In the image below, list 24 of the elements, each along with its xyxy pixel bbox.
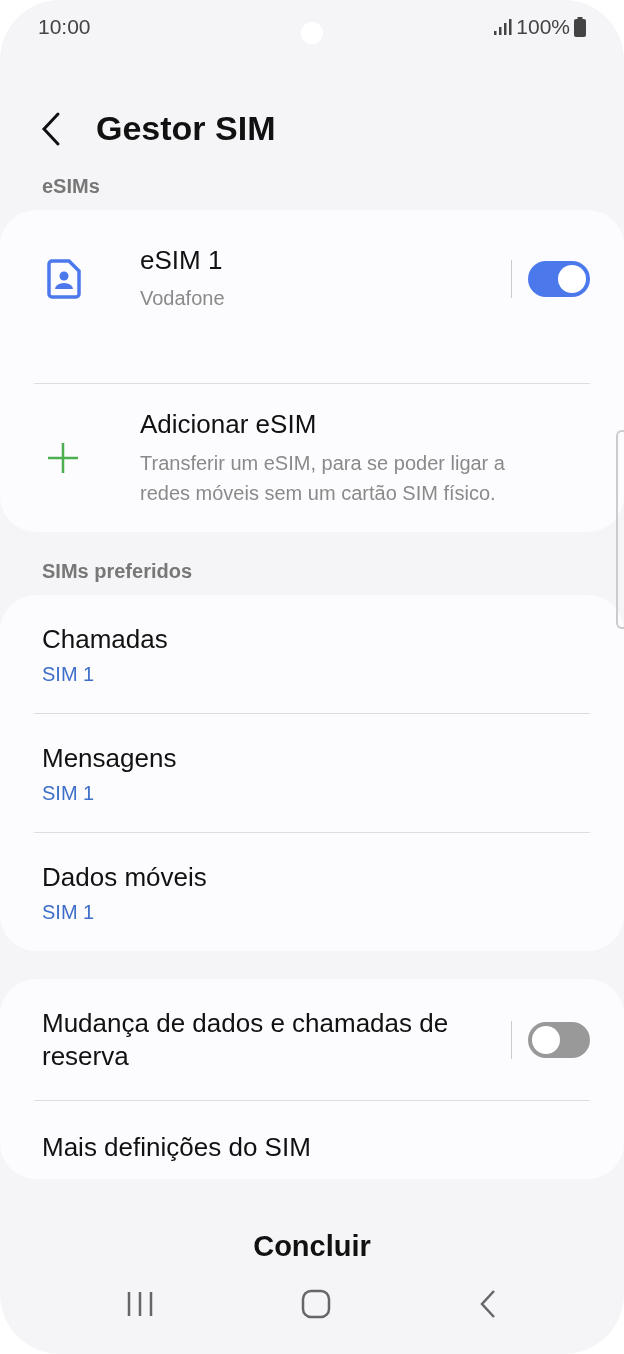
setting-value: SIM 1: [42, 662, 96, 687]
setting-value: SIM 1: [42, 780, 96, 806]
section-label: eSIMs: [41, 174, 101, 198]
signal-icon: [494, 19, 513, 36]
battery-percent: 100%: [516, 15, 570, 40]
add-esim-link[interactable]: Adicionar eSIM: [140, 408, 590, 443]
description-text: Transferir um eSIM, para se poder ligar a redes móveis sem um cartão SIM físico.: [140, 451, 506, 507]
toggle-switch[interactable]: [528, 1022, 590, 1059]
section-label: SIMs preferidos: [41, 560, 194, 584]
setting-title[interactable]: Mensagens: [42, 742, 590, 776]
setting-value: SIM 1: [42, 899, 96, 925]
done-button[interactable]: Concluir: [247, 1229, 377, 1264]
page-title: Gestor SIM: [96, 109, 276, 149]
plus-icon: [46, 441, 80, 476]
carrier-name: Vodafone: [140, 286, 226, 312]
status-time: 10:00: [38, 15, 91, 40]
setting-title[interactable]: Chamadas: [42, 623, 590, 657]
sim-card-icon: [46, 258, 82, 299]
sim-name[interactable]: eSIM 1: [140, 243, 495, 278]
setting-title[interactable]: Mudança de dados e chamadas de reserva: [42, 1006, 482, 1075]
battery-icon: [574, 17, 586, 38]
toggle-switch[interactable]: [528, 260, 590, 297]
setting-title[interactable]: Dados móveis: [42, 860, 590, 895]
setting-title[interactable]: Mais definições do SIM: [42, 1131, 590, 1165]
